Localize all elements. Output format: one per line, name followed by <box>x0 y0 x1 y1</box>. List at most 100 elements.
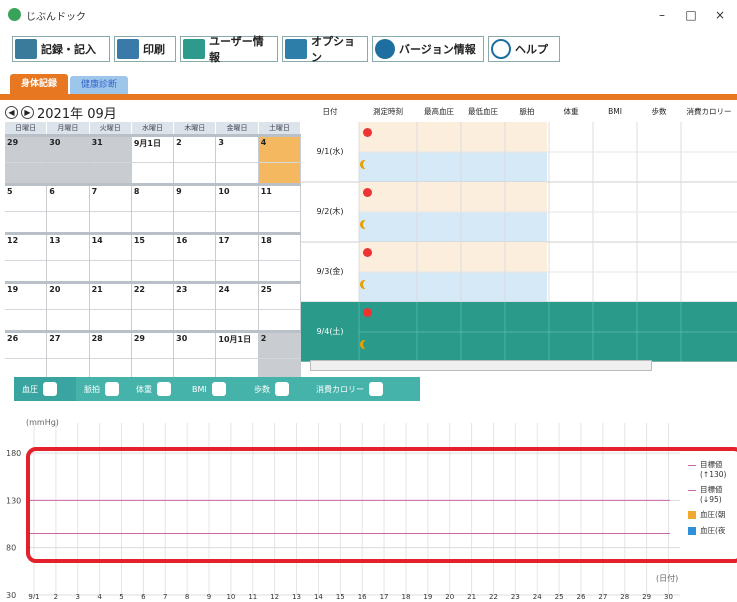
table-header-cell: 測定時刻 <box>373 106 403 116</box>
legend-label: 血圧(夜 <box>700 526 726 535</box>
next-month-icon[interactable]: ▶ <box>21 105 34 119</box>
calendar-day-number: 8 <box>133 187 140 196</box>
morning-sun-icon <box>363 248 372 257</box>
calendar-day[interactable]: 6 <box>47 186 90 232</box>
user-info-button[interactable]: ユーザー情報 <box>180 35 278 64</box>
legend-label: 目標値 (↓95) <box>700 485 723 504</box>
table-row[interactable]: 9/4(土) <box>301 302 737 362</box>
tab-calories[interactable]: 消費カロリー <box>308 377 420 401</box>
x-tick-label: 11 <box>248 593 257 599</box>
calendar-day-number: 26 <box>7 334 19 343</box>
calendar-day-number: 28 <box>91 334 103 343</box>
window-title: じぶんドック <box>26 12 86 23</box>
calendar-day[interactable]: 20 <box>47 284 90 330</box>
tab-body-record[interactable]: 身体記録 <box>10 74 68 94</box>
calendar-day[interactable]: 3 <box>216 137 259 183</box>
calendar-day[interactable]: 30 <box>47 137 90 183</box>
calendar-day[interactable]: 16 <box>174 235 217 281</box>
x-tick-label: 5 <box>119 593 123 599</box>
calendar-day[interactable]: 27 <box>47 333 90 379</box>
table-row[interactable]: 9/3(金) <box>301 242 737 302</box>
calendar-day[interactable]: 31 <box>89 137 132 183</box>
calendar-day[interactable]: 12 <box>5 235 48 281</box>
x-tick-label: 9 <box>207 593 211 599</box>
calendar-day-number: 10 <box>218 187 230 196</box>
table-row[interactable]: 9/2(木) <box>301 182 737 242</box>
blood-pressure-icon <box>43 382 57 396</box>
calendar-day-number: 7 <box>91 187 98 196</box>
calendar-day[interactable]: 26 <box>5 333 48 379</box>
chart-svg: 30801301809/1 2 3 4 5 6 7 8 9 10 11 12 13 14 15 16 17 18 1… <box>6 418 737 601</box>
calendar-day-number: 6 <box>49 187 55 196</box>
calendar-day[interactable]: 17 <box>216 235 259 281</box>
calendar-day-number: 14 <box>91 236 103 245</box>
help-button[interactable]: ヘルプ <box>488 36 560 62</box>
table-horizontal-scrollbar[interactable] <box>310 360 652 371</box>
options-button[interactable]: オプション <box>282 35 368 64</box>
print-button[interactable]: 印刷 <box>114 36 176 62</box>
evening-moon-icon <box>363 220 371 229</box>
calendar-day-number: 21 <box>91 285 103 294</box>
calendar-day[interactable]: 23 <box>174 284 217 330</box>
morning-sun-icon <box>363 188 372 197</box>
help-icon <box>491 39 511 59</box>
calendar-day[interactable]: 18 <box>258 235 301 281</box>
user-info-label: ユーザー情報 <box>209 35 264 64</box>
calendar-day[interactable]: 29 <box>5 137 48 183</box>
calendar-day-number: 24 <box>218 285 230 294</box>
prev-month-icon[interactable]: ◀ <box>5 105 18 119</box>
tab-bp-label: 血圧 <box>22 384 38 394</box>
maximize-button[interactable]: □ <box>680 6 702 24</box>
info-icon <box>375 39 395 59</box>
calendar-day[interactable]: 21 <box>89 284 132 330</box>
x-tick-label: 20 <box>445 593 454 599</box>
calendar-week: 29 30 31 9月1日 2 3 4 <box>5 134 301 183</box>
calendar-day[interactable]: 28 <box>89 333 132 379</box>
calendar-day[interactable]: 9 <box>174 186 217 232</box>
calendar-day[interactable]: 8 <box>131 186 175 232</box>
calendar-day[interactable]: 2 <box>174 137 217 183</box>
calendar-day[interactable]: 7 <box>89 186 132 232</box>
x-tick-label: 22 <box>489 593 498 599</box>
evening-moon-icon <box>363 160 371 169</box>
calendar-day[interactable]: 22 <box>131 284 175 330</box>
record-button[interactable]: 記録・記入 <box>12 36 110 62</box>
calendar-day[interactable]: 4 <box>258 137 301 183</box>
minimize-button[interactable]: – <box>651 6 673 24</box>
legend-swatch <box>688 465 696 466</box>
x-tick-label: 27 <box>598 593 607 599</box>
calendar-day[interactable]: 25 <box>258 284 301 330</box>
calendar-week: 19 20 21 22 23 24 25 <box>5 281 301 330</box>
version-info-button[interactable]: バージョン情報 <box>372 36 484 62</box>
tab-health-check[interactable]: 健康診断 <box>70 76 128 94</box>
calendar-day-number: 30 <box>176 334 188 343</box>
printer-icon <box>117 39 139 59</box>
table-row[interactable]: 9/1(水) <box>301 122 737 182</box>
calendar-day-number: 25 <box>260 285 272 294</box>
calendar-day[interactable]: 10月1日 <box>216 333 259 379</box>
calendar-day-number: 29 <box>7 138 19 147</box>
calendar-day[interactable]: 30 <box>174 333 217 379</box>
calendar-day-number: 29 <box>133 334 145 343</box>
calendar-day[interactable]: 9月1日 <box>131 137 175 183</box>
tab-weight-label: 体重 <box>136 384 152 394</box>
calendar-day[interactable]: 13 <box>47 235 90 281</box>
x-tick-label: 3 <box>76 593 80 599</box>
evening-moon-icon <box>363 280 371 289</box>
x-tick-label: 7 <box>163 593 167 599</box>
calendar-day[interactable]: 24 <box>216 284 259 330</box>
calendar-day[interactable]: 19 <box>5 284 48 330</box>
calendar-day[interactable]: 14 <box>89 235 132 281</box>
calendar-day-number: 3 <box>218 138 224 147</box>
calendar-day[interactable]: 15 <box>131 235 175 281</box>
calendar-day[interactable]: 2 <box>258 333 301 379</box>
calendar-day[interactable]: 10 <box>216 186 259 232</box>
title-bar: じぶんドック – □ × <box>0 0 737 30</box>
table-header-cell: BMI <box>608 106 622 116</box>
calendar-day-number: 5 <box>7 187 13 196</box>
close-button[interactable]: × <box>709 6 731 24</box>
x-tick-label: 8 <box>185 593 189 599</box>
calendar-day[interactable]: 5 <box>5 186 48 232</box>
calendar-day[interactable]: 29 <box>131 333 175 379</box>
calendar-day[interactable]: 11 <box>258 186 301 232</box>
